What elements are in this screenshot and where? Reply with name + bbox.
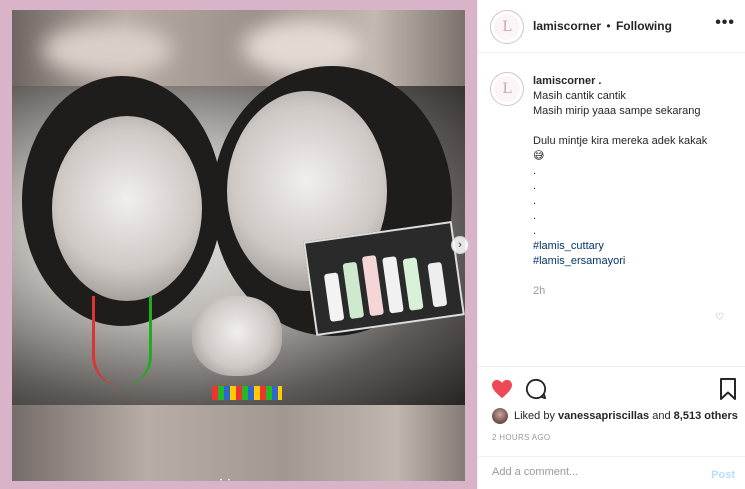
- post-image-frame: › • •: [0, 0, 477, 489]
- caption-line: .: [533, 180, 537, 192]
- avatar-logo: L: [494, 14, 520, 40]
- post-header: L lamiscorner • Following •••: [478, 0, 745, 53]
- likes-prefix: Liked by: [514, 410, 555, 422]
- caption-line: .: [533, 165, 537, 177]
- bookmark-icon[interactable]: [716, 377, 740, 401]
- post-comment-button[interactable]: Post: [711, 469, 735, 481]
- post-image[interactable]: [12, 10, 465, 481]
- caption-username[interactable]: lamiscorner .: [533, 74, 733, 89]
- heart-filled-icon[interactable]: [490, 377, 514, 401]
- following-button[interactable]: Following: [616, 19, 672, 33]
- hashtag-link[interactable]: #lamis_ersamayori: [533, 254, 733, 269]
- avatar-logo: L: [494, 76, 520, 102]
- likes-count[interactable]: 8,513 others: [674, 410, 738, 422]
- avatar[interactable]: L: [490, 72, 524, 106]
- main-photo: [12, 66, 465, 406]
- caption-line: Dulu mintje kira mereka adek kakak: [533, 135, 708, 147]
- caption-line: [533, 119, 733, 134]
- liker-username[interactable]: vanessapriscillas: [558, 410, 649, 422]
- avatar[interactable]: [492, 408, 508, 424]
- avatar[interactable]: L: [490, 10, 524, 44]
- caption-body: lamiscorner . Masih cantik cantik Masih …: [533, 74, 733, 269]
- comment-bubble-icon[interactable]: [524, 377, 548, 401]
- product-inset-image: [303, 221, 465, 336]
- caption-line: .: [533, 225, 537, 237]
- header-separator: •: [606, 19, 611, 33]
- caption-emoji: 😅: [533, 150, 545, 162]
- caption-time[interactable]: 2h: [533, 285, 545, 297]
- add-comment-bar: Post: [478, 456, 745, 489]
- likes-summary: Liked by vanessapriscillas and 8,513 oth…: [492, 408, 738, 424]
- caption-line: .: [533, 210, 537, 222]
- more-options-icon[interactable]: •••: [715, 14, 735, 32]
- post-timestamp[interactable]: 2 HOURS AGO: [492, 433, 550, 442]
- chevron-right-icon[interactable]: ›: [451, 236, 469, 254]
- caption-line: .: [533, 195, 537, 207]
- header-user-line: lamiscorner • Following: [533, 19, 672, 33]
- header-username[interactable]: lamiscorner: [533, 19, 601, 33]
- carousel-dots: • •: [220, 478, 232, 484]
- caption-line: Masih mirip yaaa sampe sekarang: [533, 105, 701, 117]
- likes-connector: and: [652, 410, 671, 422]
- comment-input[interactable]: [492, 466, 692, 478]
- heart-outline-icon[interactable]: ♡: [715, 312, 724, 323]
- post-side-panel: L lamiscorner • Following ••• L lamiscor…: [477, 0, 745, 489]
- caption-line: Masih cantik cantik: [533, 90, 626, 102]
- hashtag-link[interactable]: #lamis_cuttary: [533, 239, 733, 254]
- image-blurred-top: [12, 10, 465, 88]
- image-blurred-bottom: [12, 405, 465, 481]
